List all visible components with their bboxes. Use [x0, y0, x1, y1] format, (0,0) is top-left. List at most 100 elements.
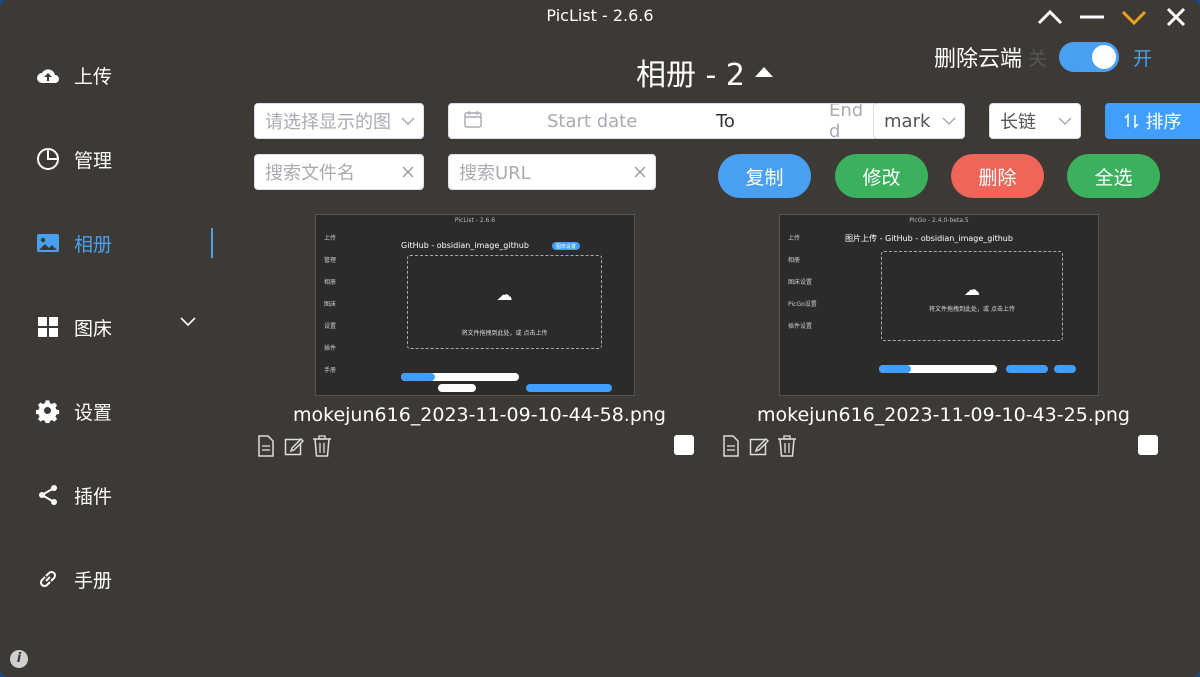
trash-icon[interactable]	[776, 435, 798, 457]
sidebar-item-label: 手册	[74, 569, 113, 592]
link-type-value: 长链	[1000, 112, 1036, 133]
date-range-picker[interactable]: Start date To End d	[448, 103, 878, 139]
share-icon	[36, 483, 60, 507]
picbed-filter-placeholder: 请选择显示的图	[265, 112, 391, 133]
preview-title: PicList - 2.6.6	[454, 217, 496, 224]
image-select-checkbox[interactable]	[674, 435, 694, 455]
sidebar-item-label: 管理	[74, 149, 113, 172]
window-controls	[1036, 6, 1190, 28]
sidebar-item-gallery[interactable]: 相册	[36, 223, 196, 263]
info-icon[interactable]: i	[10, 650, 28, 668]
album-title-text: 相册 - 2	[636, 58, 745, 93]
preview-hint: 将文件拖拽到此处，或 点击上传	[929, 306, 1015, 313]
sidebar-item-label: 相册	[74, 233, 113, 256]
title-bar: PicList - 2.6.6	[0, 0, 1200, 32]
cloud-upload-icon: ☁	[496, 285, 513, 305]
calendar-icon	[463, 109, 483, 134]
end-date-input[interactable]: End d	[829, 104, 877, 138]
preview-side-item: 图床	[324, 301, 337, 308]
sort-label: 排序	[1145, 112, 1182, 133]
preview-side-item: 插件设置	[788, 323, 813, 330]
sidebar-item-manual[interactable]: 手册	[36, 559, 196, 599]
chevron-down-icon	[393, 116, 423, 126]
caret-up-icon	[754, 67, 773, 77]
preview-side-item: 手册	[324, 367, 337, 374]
document-icon[interactable]	[255, 435, 277, 457]
sidebar-item-manage[interactable]: 管理	[36, 139, 196, 179]
format-select[interactable]: mark	[873, 103, 965, 139]
picture-icon	[36, 231, 60, 255]
start-date-input[interactable]: Start date	[547, 111, 637, 132]
switch-knob	[1092, 45, 1117, 69]
clear-icon[interactable]	[393, 166, 423, 178]
search-url-input[interactable]: 搜索URL	[448, 154, 656, 190]
sort-button[interactable]: 排序	[1105, 103, 1200, 139]
gear-icon	[36, 399, 60, 423]
chevron-down-icon	[1050, 116, 1080, 126]
app-window: PicList - 2.6.6 上传 管理 相册 图床 设置 插件 手册 i 相…	[0, 0, 1200, 677]
trash-icon[interactable]	[311, 435, 333, 457]
sidebar-item-settings[interactable]: 设置	[36, 391, 196, 431]
delete-button[interactable]: 删除	[951, 154, 1044, 198]
sidebar-item-upload[interactable]: 上传	[36, 55, 196, 95]
preview-url-bar	[1054, 365, 1076, 373]
sidebar-item-label: 上传	[74, 65, 113, 88]
chevron-up-icon	[1037, 9, 1063, 25]
cloud-upload-icon	[36, 63, 60, 87]
window-title: PicList - 2.6.6	[546, 6, 654, 25]
chevron-down-icon	[1121, 10, 1147, 25]
edit-icon[interactable]	[748, 435, 770, 457]
cloud-delete-toggle-group: 删除云端 关 开	[934, 41, 1152, 73]
preview-upload-bar	[1006, 365, 1048, 373]
sidebar-item-label: 插件	[74, 485, 113, 508]
copy-button[interactable]: 复制	[718, 154, 811, 198]
sidebar-item-label: 图床	[74, 317, 113, 340]
active-indicator	[211, 228, 213, 258]
sidebar: 上传 管理 相册 图床 设置 插件 手册	[0, 32, 220, 677]
sidebar-item-plugins[interactable]: 插件	[36, 475, 196, 515]
search-filename-input[interactable]: 搜索文件名	[254, 154, 424, 190]
switch-on-label: 开	[1133, 47, 1153, 70]
preview-drop-zone: ☁ 将文件拖拽到此处，或 点击上传	[881, 251, 1063, 341]
preview-badge: 图床设置	[552, 242, 580, 250]
edit-button[interactable]: 修改	[835, 154, 928, 198]
search-url-placeholder: 搜索URL	[459, 163, 531, 184]
minimize-button[interactable]	[1078, 6, 1106, 28]
preview-head: 图片上传 - GitHub - obsidian_image_github	[845, 234, 1013, 243]
cloud-delete-label: 删除云端	[934, 47, 1023, 72]
image-filename: mokejun616_2023-11-09-10-43-25.png	[757, 404, 1130, 426]
preview-drop-zone: ☁ 将文件拖拽到此处，或 点击上传	[407, 255, 602, 349]
preview-side-item: PicGo设置	[788, 301, 817, 308]
image-actions	[720, 435, 798, 457]
preview-side-item: 设置	[324, 323, 337, 330]
document-icon[interactable]	[720, 435, 742, 457]
album-title[interactable]: 相册 - 2	[636, 50, 773, 94]
link-icon	[36, 567, 60, 591]
preview-title: PicGo - 2.4.0-beta.5	[909, 217, 969, 224]
close-button[interactable]	[1162, 6, 1190, 28]
chevron-down-icon	[180, 317, 196, 327]
edit-icon[interactable]	[283, 435, 305, 457]
preview-side-item: 图床设置	[788, 279, 813, 286]
image-select-checkbox[interactable]	[1138, 435, 1158, 455]
date-separator: To	[716, 110, 735, 132]
preview-link-bar	[438, 384, 476, 392]
sidebar-item-picbed[interactable]: 图床	[36, 307, 196, 347]
chevron-down-icon	[934, 116, 964, 126]
mini-window-button[interactable]	[1120, 6, 1148, 28]
link-type-select[interactable]: 长链	[989, 103, 1081, 139]
cloud-delete-switch[interactable]	[1059, 42, 1120, 72]
preview-side-item: 插件	[324, 345, 337, 352]
preview-hint: 将文件拖拽到此处，或 点击上传	[461, 330, 548, 337]
select-all-button[interactable]: 全选	[1067, 154, 1160, 198]
clear-icon[interactable]	[625, 166, 655, 178]
collapse-up-button[interactable]	[1036, 6, 1064, 28]
preview-side-item: 相册	[324, 279, 337, 286]
preview-side-item: 管理	[324, 257, 337, 264]
sidebar-item-label: 设置	[74, 401, 113, 424]
image-filename: mokejun616_2023-11-09-10-44-58.png	[293, 404, 666, 426]
picbed-filter-select[interactable]: 请选择显示的图	[254, 103, 424, 139]
minimize-icon	[1080, 15, 1104, 19]
image-thumbnail[interactable]: PicList - 2.6.6 上传 管理 相册 图床 设置 插件 手册 Git…	[315, 214, 635, 396]
image-thumbnail[interactable]: PicGo - 2.4.0-beta.5 上传 相册 图床设置 PicGo设置 …	[779, 214, 1099, 396]
